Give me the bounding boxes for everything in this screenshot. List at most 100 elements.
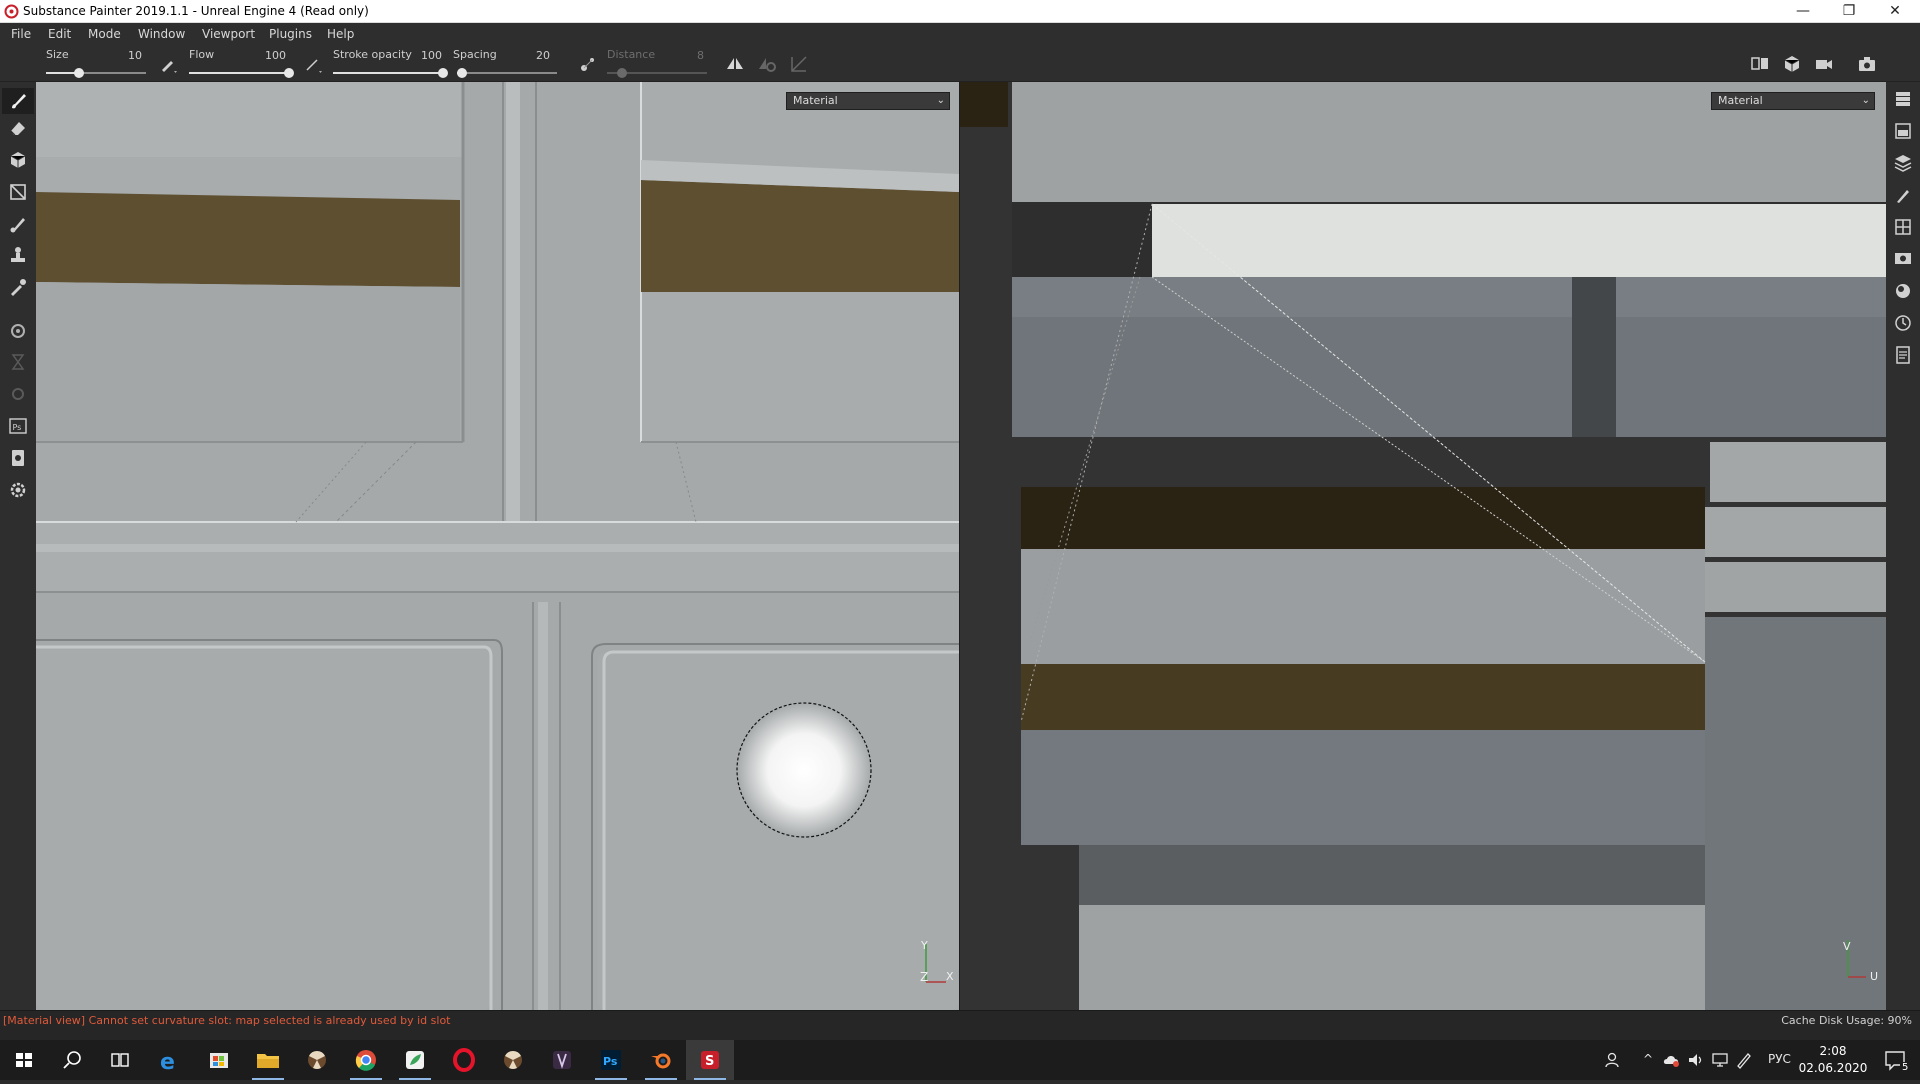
size-pen-pressure-icon[interactable] xyxy=(158,54,178,74)
dark-app-icon xyxy=(553,1051,571,1069)
split-view-icon[interactable] xyxy=(1750,54,1770,74)
taskbar-app-radiation[interactable] xyxy=(293,1040,341,1080)
close-button[interactable]: ✕ xyxy=(1872,0,1918,23)
lazy-mouse-icon[interactable] xyxy=(578,54,598,74)
right-dock-bar xyxy=(1886,82,1920,1010)
paint-brush-icon[interactable] xyxy=(8,91,28,111)
color-picker-icon[interactable] xyxy=(8,277,28,297)
flow-pen-pressure-icon[interactable] xyxy=(303,54,323,74)
polygon-fill-icon[interactable] xyxy=(8,182,28,202)
system-clock[interactable]: 2:08 02.06.2020 xyxy=(1795,1043,1871,1077)
pen-input-icon[interactable] xyxy=(1735,1051,1753,1069)
taskbar-app-leaf[interactable] xyxy=(391,1040,439,1080)
taskbar-photoshop[interactable]: Ps xyxy=(587,1040,635,1080)
taskbar-substance-painter[interactable]: S xyxy=(686,1040,734,1080)
menu-file[interactable]: File xyxy=(11,27,31,41)
radiation-app-icon xyxy=(308,1051,326,1069)
taskbar-opera[interactable] xyxy=(440,1040,488,1080)
menu-mode[interactable]: Mode xyxy=(88,27,121,41)
minimize-button[interactable]: — xyxy=(1780,0,1826,23)
smudge-icon[interactable] xyxy=(8,214,28,234)
resource-updater-icon[interactable] xyxy=(8,448,28,468)
size-label: Size xyxy=(46,48,69,61)
history-icon[interactable] xyxy=(1893,313,1913,333)
taskbar-chrome[interactable] xyxy=(342,1040,390,1080)
flow-value[interactable]: 100 xyxy=(256,49,286,62)
language-indicator[interactable]: РУС xyxy=(1768,1052,1791,1066)
eraser-icon[interactable] xyxy=(8,118,28,138)
svg-text:Ps: Ps xyxy=(603,1055,618,1068)
spacing-slider-knob[interactable] xyxy=(457,68,467,78)
projection-icon[interactable] xyxy=(8,150,28,170)
people-icon[interactable] xyxy=(1603,1050,1623,1070)
texture-set-settings-icon[interactable] xyxy=(1893,217,1913,237)
menu-viewport[interactable]: Viewport xyxy=(202,27,255,41)
radiation-app-icon-2 xyxy=(504,1051,522,1069)
log-icon[interactable] xyxy=(1893,345,1913,365)
action-center-button[interactable]: 5 xyxy=(1872,1040,1920,1080)
stroke-opacity-slider-knob[interactable] xyxy=(438,68,448,78)
bake-settings-icon[interactable] xyxy=(8,321,28,341)
viewport-2d-channel-select[interactable]: Material ⌄ xyxy=(1711,92,1875,110)
photoshop-export-icon[interactable]: Ps xyxy=(8,416,28,436)
flow-slider-knob[interactable] xyxy=(284,68,294,78)
layers-stack-icon[interactable] xyxy=(1893,89,1913,109)
cloud-sync-icon[interactable] xyxy=(1662,1051,1682,1069)
display-settings-icon[interactable] xyxy=(1893,249,1913,269)
taskbar-app-dark[interactable] xyxy=(538,1040,586,1080)
screenshot-camera-icon[interactable] xyxy=(1857,54,1877,74)
taskbar-store[interactable] xyxy=(195,1040,243,1080)
task-view-button[interactable] xyxy=(96,1040,144,1080)
menu-help[interactable]: Help xyxy=(327,27,354,41)
display-mode-cube-icon[interactable] xyxy=(1782,54,1802,74)
viewport-2d-channel-value: Material xyxy=(1718,94,1763,107)
opera-icon xyxy=(453,1048,475,1072)
taskbar-file-explorer[interactable] xyxy=(244,1040,292,1080)
network-icon[interactable] xyxy=(1711,1051,1729,1069)
search-button[interactable] xyxy=(48,1040,96,1080)
volume-icon[interactable] xyxy=(1687,1051,1705,1069)
properties-brush-icon[interactable] xyxy=(1893,185,1913,205)
spacing-value[interactable]: 20 xyxy=(520,49,550,62)
tray-chevron-up-icon[interactable]: ^ xyxy=(1643,1052,1653,1066)
stroke-opacity-slider[interactable] xyxy=(333,68,448,78)
menu-window[interactable]: Window xyxy=(138,27,185,41)
settings-gear-icon[interactable] xyxy=(8,480,28,500)
shader-settings-icon[interactable] xyxy=(1893,281,1913,301)
viewport-2d-render xyxy=(960,82,1886,1010)
clone-stamp-icon[interactable] xyxy=(8,245,28,265)
edge-icon: e xyxy=(160,1050,175,1075)
taskbar-edge[interactable]: e xyxy=(146,1040,194,1080)
task-view-icon xyxy=(111,1053,129,1067)
viewport-3d-channel-select[interactable]: Material ⌄ xyxy=(786,92,950,110)
windows-taskbar: e Ps S ^ РУС 2:08 02.06.2020 5 xyxy=(0,1030,1920,1080)
size-value[interactable]: 10 xyxy=(112,49,142,62)
viewport-3d[interactable]: Material ⌄ Y Z X xyxy=(36,82,959,1010)
taskbar-app-radiation-2[interactable] xyxy=(489,1040,537,1080)
chevron-down-icon: ⌄ xyxy=(1861,95,1870,106)
axis-x-label: X xyxy=(946,970,954,983)
texture-set-list-icon[interactable] xyxy=(1893,121,1913,141)
menu-edit[interactable]: Edit xyxy=(48,27,71,41)
folder-icon xyxy=(257,1054,279,1068)
stroke-opacity-value[interactable]: 100 xyxy=(412,49,442,62)
restore-button[interactable]: ❐ xyxy=(1826,0,1872,23)
menu-plugins[interactable]: Plugins xyxy=(269,27,312,41)
distance-slider xyxy=(607,68,707,78)
menu-bar: File Edit Mode Window Viewport Plugins H… xyxy=(0,23,1920,45)
stroke-opacity-label: Stroke opacity xyxy=(333,48,412,61)
size-slider-knob[interactable] xyxy=(74,68,84,78)
layers-icon[interactable] xyxy=(1893,153,1913,173)
start-button[interactable] xyxy=(0,1040,48,1080)
flow-slider[interactable] xyxy=(189,68,294,78)
size-slider[interactable] xyxy=(46,68,146,78)
camera-video-icon[interactable] xyxy=(1814,54,1834,74)
disabled-gear-icon xyxy=(12,388,24,400)
symmetry-icon[interactable] xyxy=(725,54,745,74)
blender-icon xyxy=(651,1053,671,1069)
distance-slider-knob xyxy=(617,68,627,78)
spacing-slider[interactable] xyxy=(457,68,557,78)
notification-icon xyxy=(1885,1051,1905,1071)
taskbar-blender[interactable] xyxy=(637,1040,685,1080)
viewport-2d[interactable]: Material ⌄ V U xyxy=(960,82,1886,1010)
